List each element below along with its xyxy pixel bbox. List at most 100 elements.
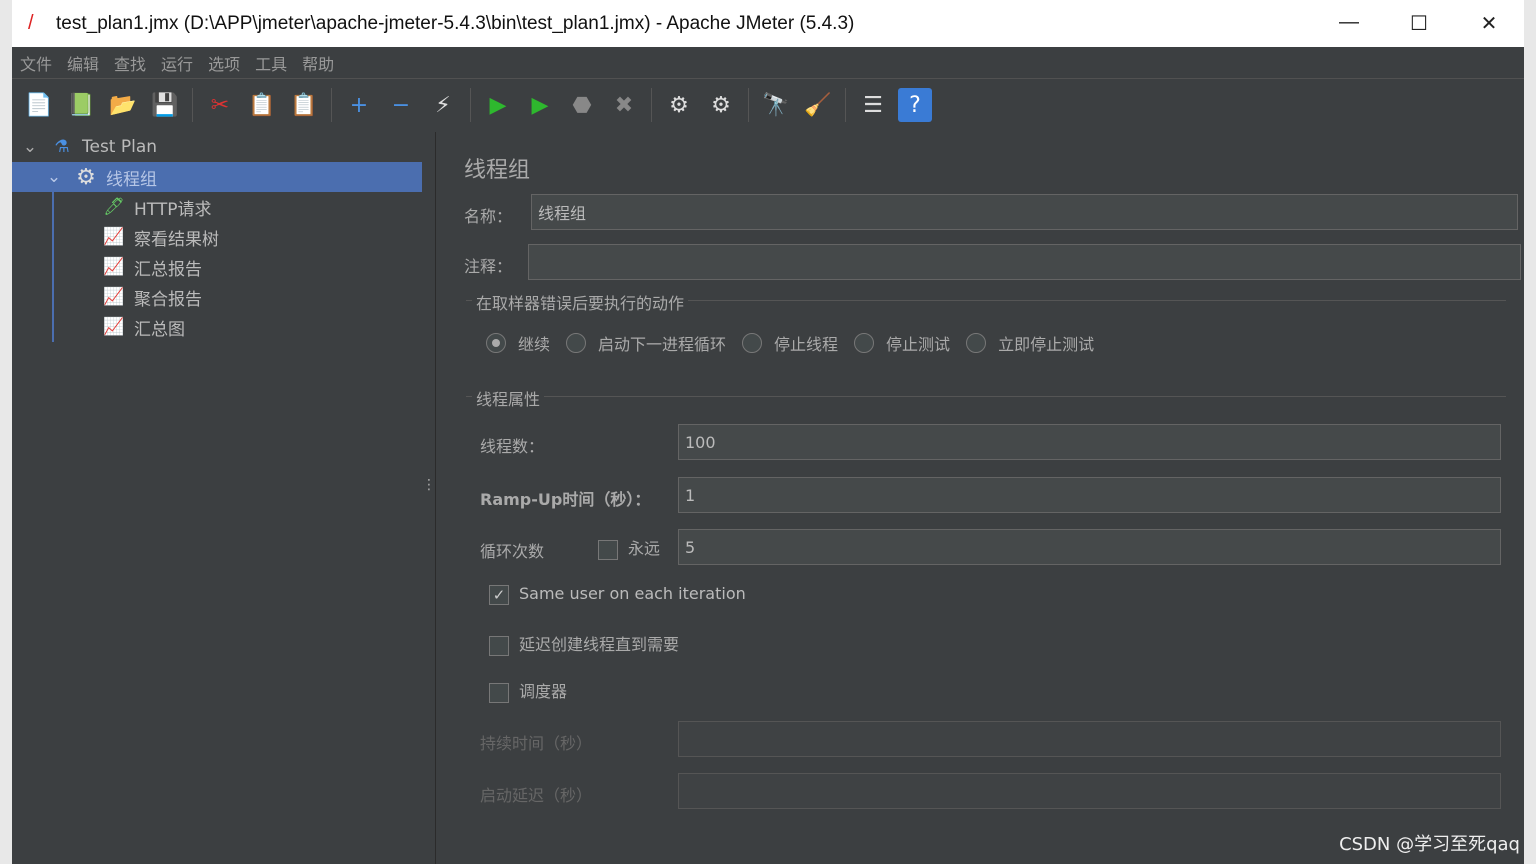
toolbar-separator <box>470 88 471 122</box>
tree-node-label: 汇总报告 <box>134 259 202 280</box>
tree-node-test-plan[interactable]: ⌄ ⚗ Test Plan <box>12 132 422 162</box>
name-input[interactable]: 线程组 <box>531 194 1518 230</box>
tree-node-label: Test Plan <box>82 137 158 157</box>
cut-button[interactable]: ✂ <box>203 88 237 122</box>
menu-bar: 文件 编辑 查找 运行 选项 工具 帮助 <box>12 47 1524 79</box>
tree-node[interactable]: 📈 察看结果树 <box>12 222 422 252</box>
tree-node[interactable]: 🖊 HTTP请求 <box>12 192 422 222</box>
copy-icon: 📋 <box>248 92 276 118</box>
toolbar-separator <box>748 88 749 122</box>
new-button[interactable]: 📄 <box>22 88 56 122</box>
startup-delay-input[interactable] <box>678 773 1501 809</box>
scheduler-checkbox[interactable]: 调度器 <box>489 678 567 703</box>
error-action-radio-group: 继续 启动下一进程循环 停止线程 停止测试 立即停止测试 <box>486 331 1110 355</box>
split-pane-divider[interactable]: ⋮ <box>422 132 436 864</box>
clear-button[interactable]: ⚙ <box>662 88 696 122</box>
shutdown-button[interactable]: ✖ <box>607 88 641 122</box>
chevron-down-icon[interactable]: ⌄ <box>42 167 66 187</box>
duration-label: 持续时间（秒） <box>480 734 593 753</box>
search-button[interactable]: 🔭 <box>759 88 793 122</box>
expand-button[interactable]: + <box>342 88 376 122</box>
radio-button[interactable] <box>966 333 987 353</box>
start-no-pause-button[interactable]: ▶ <box>523 88 557 122</box>
startup-delay-label: 启动延迟（秒） <box>480 786 593 805</box>
copy-button[interactable]: 📋 <box>245 88 279 122</box>
shutdown-icon: ✖ <box>614 92 634 118</box>
rampup-input[interactable]: 1 <box>678 477 1501 513</box>
start-no-pause-icon: ▶ <box>531 92 549 118</box>
loop-count-input[interactable]: 5 <box>678 529 1501 565</box>
tree-node-label: HTTP请求 <box>134 199 212 220</box>
checkbox-box[interactable] <box>598 539 618 560</box>
menu-item[interactable]: 帮助 <box>302 51 334 75</box>
section-title: 在取样器错误后要执行的动作 <box>472 290 689 314</box>
comment-label: 注释： <box>464 257 513 276</box>
radio-button[interactable] <box>854 333 875 353</box>
tree-node[interactable]: 📈 汇总报告 <box>12 252 422 282</box>
help-icon: ? <box>909 92 921 118</box>
minimize-button[interactable]: — <box>1314 11 1384 36</box>
clear-all-button[interactable]: ⚙ <box>704 88 738 122</box>
open-icon: 📂 <box>109 92 137 118</box>
menu-item[interactable]: 编辑 <box>67 51 99 75</box>
new-icon: 📄 <box>25 92 53 118</box>
templates-button[interactable]: 📗 <box>64 88 98 122</box>
expand-icon: + <box>349 92 369 118</box>
checkbox-box[interactable] <box>489 682 509 703</box>
radio-label: 继续 <box>518 335 551 354</box>
toggle-button[interactable]: ⚡ <box>426 88 460 122</box>
start-button[interactable]: ▶ <box>481 88 515 122</box>
duration-input[interactable] <box>678 721 1501 757</box>
sampler-icon: 🖊 <box>103 197 125 217</box>
reset-search-icon: 🧹 <box>804 92 832 118</box>
rampup-label: Ramp-Up时间（秒）： <box>480 490 651 509</box>
function-helper-icon: ☰ <box>863 92 883 118</box>
watermark: CSDN @学习至死qaq <box>1339 834 1520 855</box>
menu-item[interactable]: 文件 <box>20 51 52 75</box>
thread-properties-section: 线程属性 <box>466 386 1506 410</box>
name-label: 名称： <box>464 207 513 226</box>
checkmark-icon[interactable]: ✓ <box>489 584 509 605</box>
radio-option[interactable]: 立即停止测试 <box>966 331 1094 355</box>
radio-button[interactable] <box>742 333 763 353</box>
function-helper-button[interactable]: ☰ <box>856 88 890 122</box>
paste-button[interactable]: 📋 <box>287 88 321 122</box>
forever-checkbox[interactable]: 永远 <box>598 535 660 560</box>
toolbar-separator <box>192 88 193 122</box>
maximize-button[interactable]: ☐ <box>1384 11 1454 36</box>
threads-input[interactable]: 100 <box>678 424 1501 460</box>
collapse-button[interactable]: − <box>384 88 418 122</box>
open-button[interactable]: 📂 <box>106 88 140 122</box>
menu-item[interactable]: 运行 <box>161 51 193 75</box>
forever-label: 永远 <box>628 539 661 558</box>
delay-thread-creation-checkbox[interactable]: 延迟创建线程直到需要 <box>489 631 679 656</box>
tree-node[interactable]: 📈 汇总图 <box>12 312 422 342</box>
radio-option[interactable]: 启动下一进程循环 <box>566 331 726 355</box>
radio-option[interactable]: 继续 <box>486 331 550 355</box>
checkbox-box[interactable] <box>489 635 509 656</box>
tree-guide-line <box>52 192 54 342</box>
gear-icon: ⚙ <box>76 164 96 190</box>
radio-option[interactable]: 停止线程 <box>742 331 838 355</box>
help-button[interactable]: ? <box>898 88 932 122</box>
stop-button[interactable]: ⬣ <box>565 88 599 122</box>
flask-icon: ⚗ <box>54 137 70 157</box>
tree-node[interactable]: 📈 聚合报告 <box>12 282 422 312</box>
menu-item[interactable]: 查找 <box>114 51 146 75</box>
chevron-down-icon[interactable]: ⌄ <box>18 137 42 157</box>
radio-button[interactable] <box>566 333 587 353</box>
menu-item[interactable]: 选项 <box>208 51 240 75</box>
toolbar-separator <box>845 88 846 122</box>
save-button[interactable]: 💾 <box>148 88 182 122</box>
tree-node-thread-group[interactable]: ⌄ ⚙ 线程组 <box>12 162 422 192</box>
radio-button[interactable] <box>486 333 506 353</box>
radio-label: 启动下一进程循环 <box>598 335 727 354</box>
reset-search-button[interactable]: 🧹 <box>801 88 835 122</box>
comment-input[interactable] <box>528 244 1521 280</box>
menu-item[interactable]: 工具 <box>255 51 287 75</box>
jmeter-logo-icon: / <box>28 12 34 34</box>
close-button[interactable]: ✕ <box>1454 11 1524 36</box>
same-user-label: Same user on each iteration <box>519 584 746 603</box>
radio-option[interactable]: 停止测试 <box>854 331 950 355</box>
same-user-checkbox[interactable]: ✓ Same user on each iteration <box>489 584 746 605</box>
